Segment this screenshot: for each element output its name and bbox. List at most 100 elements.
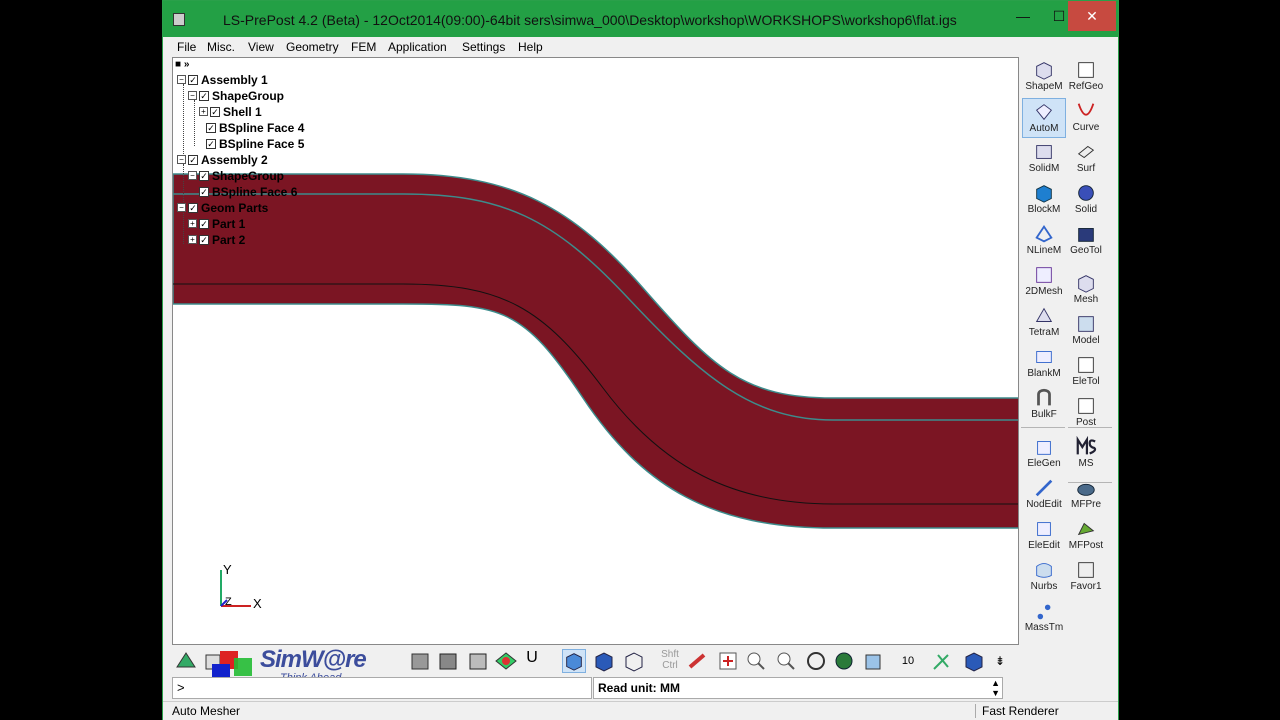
app-icon[interactable] xyxy=(173,13,185,26)
tree-item-bspline-face-5[interactable]: ✓ BSpline Face 5 xyxy=(206,136,304,152)
tree-item-bspline-face-4[interactable]: ✓ BSpline Face 4 xyxy=(206,120,304,136)
tool-eleedit-button[interactable]: EleEdit xyxy=(1022,516,1066,556)
fit-icon[interactable] xyxy=(716,649,740,673)
tool-mesh-button[interactable]: Mesh xyxy=(1064,270,1108,310)
solid-view-icon[interactable] xyxy=(592,649,616,673)
tool-surf-button[interactable]: Surf xyxy=(1064,139,1108,179)
rotate-icon[interactable] xyxy=(804,649,828,673)
tool-solidm-button[interactable]: SolidM xyxy=(1022,139,1066,179)
menu-bar: File Misc. View Geometry FEM Application… xyxy=(163,37,1118,57)
menu-view[interactable]: View xyxy=(248,40,274,54)
tree-item-bspline-face-6[interactable]: ✓ BSpline Face 6 xyxy=(199,184,297,200)
globe-icon[interactable] xyxy=(832,649,856,673)
checkbox-icon[interactable]: ✓ xyxy=(188,202,198,213)
tree-item-part-1[interactable]: + ✓ Part 1 xyxy=(188,216,245,232)
checkbox-icon[interactable]: ✓ xyxy=(188,154,198,165)
zoom-in-icon[interactable] xyxy=(744,649,768,673)
tool-mfpre-button[interactable]: MFPre xyxy=(1064,475,1108,515)
tool-bulkf-button[interactable]: BulkF xyxy=(1022,385,1066,425)
shaded-view-icon[interactable] xyxy=(562,649,586,673)
tool-model-button[interactable]: Model xyxy=(1064,311,1108,351)
menu-help[interactable]: Help xyxy=(518,40,543,54)
collapse-toggle-icon[interactable]: − xyxy=(177,203,186,213)
checkbox-icon[interactable]: ✓ xyxy=(188,74,198,85)
wire-cube-icon[interactable] xyxy=(466,649,490,673)
close-button[interactable]: ✕ xyxy=(1068,1,1116,31)
tool-solid-button[interactable]: Solid xyxy=(1064,180,1108,220)
tool-mfpost-button[interactable]: MFPost xyxy=(1064,516,1108,556)
tree-item-geom-parts[interactable]: − ✓ Geom Parts xyxy=(177,200,268,216)
tree-item-assembly-2[interactable]: − ✓ Assembly 2 xyxy=(177,152,268,168)
minimize-button[interactable]: — xyxy=(1003,1,1043,31)
tool-autom-button[interactable]: AutoM xyxy=(1022,98,1066,138)
tetram-icon xyxy=(1035,307,1053,322)
tree-item-part-2[interactable]: + ✓ Part 2 xyxy=(188,232,245,248)
checkbox-icon[interactable]: ✓ xyxy=(210,106,220,117)
zoom-level[interactable]: 10 xyxy=(896,649,920,673)
solidm-icon xyxy=(1036,145,1052,159)
tree-item-assembly-1[interactable]: − ✓ Assembly 1 xyxy=(177,72,268,88)
pick-icon[interactable] xyxy=(686,649,710,673)
tool-nurbs-button[interactable]: Nurbs xyxy=(1022,557,1066,597)
tool-nlinem-button[interactable]: NLineM xyxy=(1022,221,1066,261)
collapse-toggle-icon[interactable]: − xyxy=(188,171,197,181)
tree-item-shapegroup[interactable]: − ✓ ShapeGroup xyxy=(188,88,284,104)
tree-item-shell-1[interactable]: + ✓ Shell 1 xyxy=(199,104,262,120)
command-input[interactable]: > xyxy=(172,677,592,699)
tool-2dmesh-button[interactable]: 2DMesh xyxy=(1022,262,1066,302)
model-icon[interactable] xyxy=(174,649,198,673)
u-menu-button[interactable]: U xyxy=(520,649,544,673)
tree-collapse-icon[interactable]: ■ xyxy=(175,59,181,70)
menu-geometry[interactable]: Geometry xyxy=(286,40,339,54)
menu-application[interactable]: Application xyxy=(388,40,447,54)
fringe-icon[interactable] xyxy=(494,649,518,673)
shade-edge-icon[interactable] xyxy=(436,649,460,673)
graphics-viewport[interactable]: ■ » − ✓ Assembly 1 − ✓ ShapeGroup + ✓ Shell 1 … xyxy=(172,57,1019,645)
checkbox-icon[interactable]: ✓ xyxy=(199,218,209,229)
tool-shapem-button[interactable]: ShapeM xyxy=(1022,57,1066,97)
geotol-icon xyxy=(1078,228,1094,242)
autom-icon xyxy=(1036,104,1052,121)
tool-refgeo-button[interactable]: RefGeo xyxy=(1064,57,1108,97)
menu-fem[interactable]: FEM xyxy=(351,40,376,54)
tool-masstm-button[interactable]: MassTm xyxy=(1022,598,1066,638)
tool-elegen-button[interactable]: EleGen xyxy=(1022,434,1066,474)
menu-settings[interactable]: Settings xyxy=(462,40,505,54)
tool-ms-button[interactable]: MS xyxy=(1064,434,1108,474)
checkbox-icon[interactable]: ✓ xyxy=(206,138,216,149)
tool-nodedit-button[interactable]: NodEdit xyxy=(1022,475,1066,515)
zoom-window-icon[interactable] xyxy=(774,649,798,673)
shade-mesh-icon[interactable] xyxy=(408,649,432,673)
expand-toggle-icon[interactable]: + xyxy=(188,235,197,245)
menu-file[interactable]: File xyxy=(177,40,196,54)
shift-ctrl-toggle[interactable]: Shft Ctrl xyxy=(658,649,682,673)
checkbox-icon[interactable]: ✓ xyxy=(199,90,209,101)
collapse-toggle-icon[interactable]: − xyxy=(188,91,197,101)
menu-misc[interactable]: Misc. xyxy=(207,40,235,54)
tool-eletol-button[interactable]: EleTol xyxy=(1064,352,1108,392)
collapse-toggle-icon[interactable]: − xyxy=(177,155,186,165)
title-bar[interactable]: LS-PrePost 4.2 (Beta) - 12Oct2014(09:00)… xyxy=(163,1,1118,37)
expand-toggle-icon[interactable]: + xyxy=(199,107,208,117)
collapse-toggle-icon[interactable]: − xyxy=(177,75,186,85)
tool-tetram-button[interactable]: TetraM xyxy=(1022,303,1066,343)
checkbox-icon[interactable]: ✓ xyxy=(206,122,216,133)
cube-icon[interactable] xyxy=(962,649,986,673)
axis-toggle-icon[interactable] xyxy=(928,649,952,673)
scroll-arrows-icon[interactable]: ▲ ▼ xyxy=(991,678,1000,698)
more-tools-icon[interactable]: ⇟ xyxy=(988,649,1012,673)
view-cube-icon[interactable] xyxy=(862,649,886,673)
checkbox-icon[interactable]: ✓ xyxy=(199,234,209,245)
wireframe-view-icon[interactable] xyxy=(622,649,646,673)
tree-item-shapegroup[interactable]: − ✓ ShapeGroup xyxy=(188,168,284,184)
tool-blankm-button[interactable]: BlankM xyxy=(1022,344,1066,384)
status-mode: Auto Mesher xyxy=(172,704,241,718)
tool-blockm-button[interactable]: BlockM xyxy=(1022,180,1066,220)
checkbox-icon[interactable]: ✓ xyxy=(199,186,209,197)
tool-favor1-button[interactable]: Favor1 xyxy=(1064,557,1108,597)
expand-toggle-icon[interactable]: + xyxy=(188,219,197,229)
tool-curve-button[interactable]: Curve xyxy=(1064,98,1108,138)
checkbox-icon[interactable]: ✓ xyxy=(199,170,209,181)
tree-expand-icon[interactable]: » xyxy=(184,59,190,70)
tool-geotol-button[interactable]: GeoTol xyxy=(1064,221,1108,261)
